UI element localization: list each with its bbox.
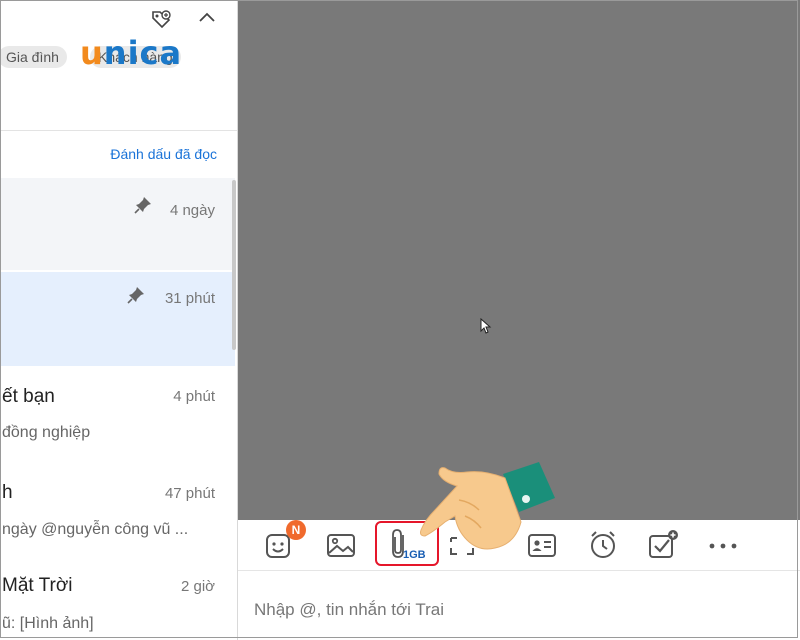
conversation-time: 47 phút — [164, 485, 215, 502]
pin-icon — [127, 287, 144, 304]
sticker-new-badge: N — [286, 520, 306, 540]
conversation-list-pane: Gia đình Khách hàng unica Đánh dấu đã đọ… — [0, 0, 238, 640]
conversation-name: h — [2, 482, 13, 503]
reminder-icon[interactable] — [586, 528, 620, 562]
todo-icon[interactable] — [646, 528, 680, 562]
mouse-cursor-icon — [480, 318, 492, 334]
chat-message-area — [238, 0, 800, 520]
tag-manage-icon[interactable] — [150, 8, 172, 28]
conversation-time: 4 phút — [173, 388, 215, 405]
chevron-up-icon[interactable] — [196, 8, 218, 26]
conversation-preview: đồng nghiệp — [2, 424, 91, 441]
scrollbar[interactable] — [232, 180, 236, 350]
message-input[interactable] — [252, 599, 776, 621]
divider — [0, 130, 237, 131]
conversation-name: ết bạn — [2, 386, 55, 407]
conversation-item[interactable]: h 47 phút ngày @nguyễn công vũ ... — [0, 460, 235, 556]
label-chip-family[interactable]: Gia đình — [0, 46, 67, 68]
mark-all-read-link[interactable]: Đánh dấu đã đọc — [110, 146, 217, 162]
conversation-item[interactable]: Mặt Trời 2 giờ ũ: [Hình ảnh] — [0, 556, 235, 640]
conversation-item[interactable]: 4 ngày — [0, 178, 235, 270]
pointing-hand-illustration — [420, 462, 555, 550]
conversation-item-selected[interactable]: 31 phút — [0, 272, 235, 366]
conversation-preview: ngày @nguyễn công vũ ... — [2, 521, 189, 538]
conversation-item[interactable]: ết bạn 4 phút đồng nghiệp — [0, 366, 235, 460]
conversation-time: 4 ngày — [169, 202, 215, 219]
conversation-time: 31 phút — [164, 290, 215, 307]
conversation-name: Mặt Trời — [2, 575, 73, 596]
conversation-time: 2 giờ — [180, 578, 215, 595]
conversation-preview: ũ: [Hình ảnh] — [2, 615, 94, 632]
more-icon[interactable] — [706, 528, 740, 562]
unica-watermark-logo: unica — [80, 34, 183, 72]
message-composer — [238, 571, 800, 640]
pin-icon — [134, 197, 151, 214]
image-icon[interactable] — [324, 528, 358, 562]
